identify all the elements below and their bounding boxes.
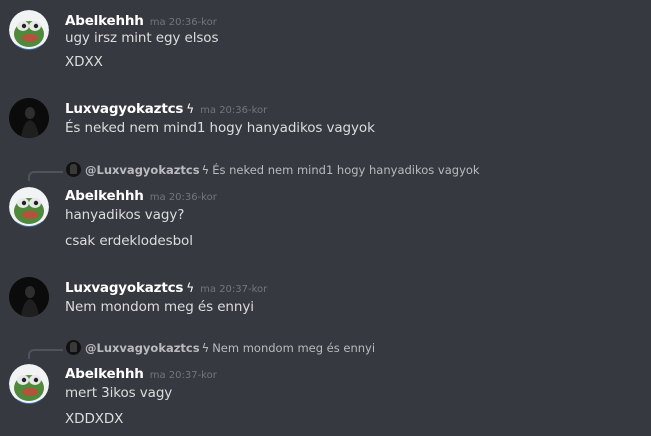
reply-spine [28,349,63,359]
timestamp: ma 20:37-kor [200,284,268,295]
author-name[interactable]: Abelkehhh [65,188,144,204]
avatar[interactable] [9,364,49,404]
reply-preview[interactable]: @Luxvagyokaztcs ϟ Nem mondom meg és ennyi [28,340,628,362]
reply-text: És neked nem mind1 hogy hanyadikos vagyo… [212,163,480,177]
reply-avatar [66,340,81,355]
avatar[interactable] [9,187,49,227]
dark-figure-avatar-icon [9,98,49,138]
timestamp: ma 20:36-kor [200,105,268,116]
author-name[interactable]: Luxvagyokaztcs [65,101,183,117]
avatar[interactable] [9,10,49,50]
lightning-badge-icon: ϟ [201,163,210,177]
pepe-avatar-icon [9,364,49,404]
reply-author[interactable]: @Luxvagyokaztcs [85,163,200,177]
reply-spine [28,171,63,181]
author-name[interactable]: Abelkehhh [65,366,144,382]
reply-text: Nem mondom meg és ennyi [212,341,376,355]
message-text: És neked nem mind1 hogy hanyadikos vagyo… [65,120,375,136]
avatar[interactable] [9,277,49,317]
lightning-badge-icon: ϟ [201,341,210,355]
author-name[interactable]: Luxvagyokaztcs [65,280,183,296]
message-text: csak erdeklodesbol [65,233,193,249]
timestamp: ma 20:37-kor [149,370,217,381]
message-text: mert 3ikos vagy [65,385,173,401]
reply-author[interactable]: @Luxvagyokaztcs [85,341,200,355]
lightning-badge-icon: ϟ [186,102,195,116]
message-text: XDDXDX [65,411,124,427]
message-text: Nem mondom meg és ennyi [65,299,254,315]
message-text: XDXX [65,54,103,70]
dark-figure-avatar-icon [9,277,49,317]
timestamp: ma 20:36-kor [149,17,217,28]
pepe-avatar-icon [9,10,49,50]
lightning-badge-icon: ϟ [186,281,195,295]
message-text: hanyadikos vagy? [65,207,185,223]
avatar[interactable] [9,98,49,138]
author-name[interactable]: Abelkehhh [65,13,144,29]
reply-avatar [66,162,81,177]
message-text: ugy irsz mint egy elsos [65,30,219,46]
reply-preview[interactable]: @Luxvagyokaztcs ϟ És neked nem mind1 hogy … [28,162,628,184]
pepe-avatar-icon [9,187,49,227]
timestamp: ma 20:36-kor [149,192,217,203]
